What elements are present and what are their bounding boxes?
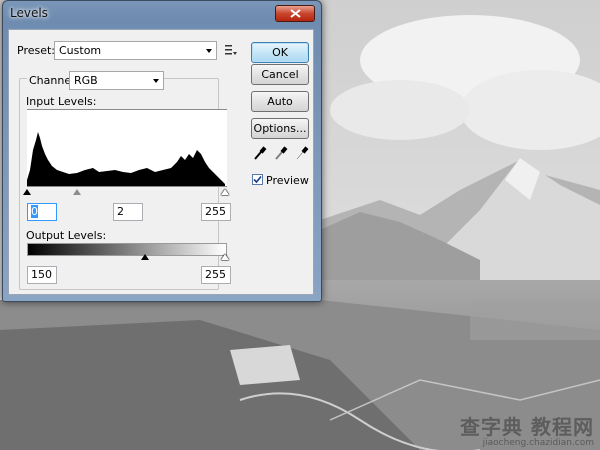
checkmark-icon	[253, 175, 262, 184]
channel-value: RGB	[74, 74, 98, 87]
output-shadow-field[interactable]: 150	[27, 266, 57, 284]
input-shadow-handle[interactable]	[23, 189, 31, 195]
output-levels-slider[interactable]	[27, 254, 229, 264]
input-midtone-handle[interactable]	[73, 189, 81, 195]
options-button[interactable]: Options...	[251, 118, 309, 139]
output-highlight-field[interactable]: 255	[201, 266, 231, 284]
chevron-down-icon	[206, 49, 212, 53]
preset-dropdown[interactable]: Custom	[54, 41, 217, 60]
close-button[interactable]	[275, 5, 315, 22]
dialog-body: Preset: Custom Channel: RGB Input Levels…	[8, 29, 314, 295]
ok-button[interactable]: OK	[251, 42, 309, 63]
input-highlight-value: 255	[205, 205, 226, 218]
levels-dialog: Levels Preset: Custom Channel: RGB Input…	[2, 0, 322, 302]
input-levels-slider[interactable]	[23, 189, 229, 199]
white-eyedropper-icon[interactable]	[295, 145, 309, 161]
input-midtone-field[interactable]: 2	[113, 203, 143, 221]
dialog-title: Levels	[10, 6, 48, 20]
input-highlight-field[interactable]: 255	[201, 203, 231, 221]
auto-button[interactable]: Auto	[251, 91, 309, 112]
close-icon	[290, 9, 301, 18]
gray-eyedropper-icon[interactable]	[274, 145, 288, 161]
cancel-button[interactable]: Cancel	[251, 64, 309, 85]
histogram-graph	[27, 132, 225, 186]
watermark-url: jiaocheng.chazidian.com	[482, 438, 594, 448]
output-shadow-handle[interactable]	[141, 254, 149, 260]
preview-checkbox[interactable]	[252, 174, 263, 185]
input-highlight-handle[interactable]	[221, 189, 229, 195]
output-highlight-value: 255	[205, 268, 226, 281]
watermark-main-text: 查字典 教程网	[460, 415, 594, 439]
input-midtone-value: 2	[117, 205, 124, 218]
input-levels-label: Input Levels:	[26, 95, 97, 108]
menu-options-icon[interactable]	[225, 44, 237, 56]
preview-label: Preview	[266, 174, 309, 187]
output-highlight-handle[interactable]	[221, 254, 229, 260]
preset-value: Custom	[59, 44, 102, 57]
watermark: 查字典 教程网 jiaocheng.chazidian.com	[460, 411, 594, 448]
title-bar[interactable]: Levels	[3, 1, 321, 29]
black-eyedropper-icon[interactable]	[253, 145, 267, 161]
input-shadow-field[interactable]: 0	[27, 203, 57, 221]
preset-label: Preset:	[17, 44, 56, 57]
output-shadow-value: 150	[31, 268, 52, 281]
output-levels-label: Output Levels:	[26, 229, 107, 242]
input-shadow-value: 0	[31, 205, 38, 218]
histogram	[27, 109, 227, 187]
channel-dropdown[interactable]: RGB	[69, 71, 164, 90]
chevron-down-icon	[153, 79, 159, 83]
